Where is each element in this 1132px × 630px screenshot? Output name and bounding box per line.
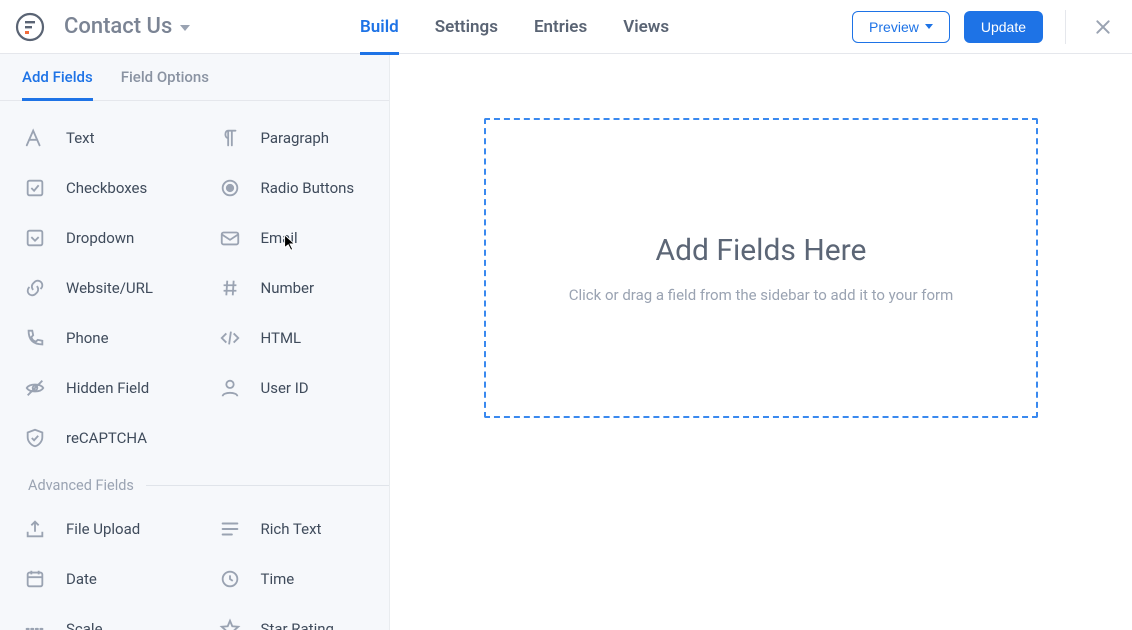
user-icon: [217, 375, 243, 401]
upload-icon: [22, 516, 48, 542]
field-item-user-id[interactable]: User ID: [195, 363, 390, 413]
field-label: File Upload: [66, 520, 140, 538]
field-item-phone[interactable]: Phone: [0, 313, 195, 363]
field-label: Phone: [66, 329, 109, 347]
field-item-date[interactable]: Date: [0, 554, 195, 604]
field-item-star-rating[interactable]: Star Rating: [195, 604, 390, 630]
field-label: Email: [261, 229, 298, 247]
star-icon: [217, 616, 243, 630]
field-item-text[interactable]: Text: [0, 113, 195, 163]
form-canvas: Add Fields Here Click or drag a field fr…: [390, 54, 1132, 630]
basic-fields-grid: Text Paragraph Checkboxes: [0, 113, 389, 463]
hash-icon: [217, 275, 243, 301]
field-label: HTML: [261, 329, 302, 347]
field-item-email[interactable]: Email: [195, 213, 390, 263]
main-tabs: Build Settings Entries Views: [360, 0, 669, 54]
field-label: Star Rating: [261, 620, 334, 630]
field-label: Rich Text: [261, 520, 322, 538]
richtext-icon: [217, 516, 243, 542]
radio-icon: [217, 175, 243, 201]
update-button[interactable]: Update: [964, 11, 1043, 43]
field-label: Number: [261, 279, 315, 297]
dropdown-icon: [22, 225, 48, 251]
chevron-down-icon: [925, 24, 933, 29]
field-label: Paragraph: [261, 129, 330, 147]
field-label: Checkboxes: [66, 179, 147, 197]
sidebar-tab-add-fields[interactable]: Add Fields: [22, 68, 93, 100]
field-item-hidden[interactable]: Hidden Field: [0, 363, 195, 413]
sidebar: Add Fields Field Options Text Paragraph: [0, 54, 390, 630]
email-icon: [217, 225, 243, 251]
field-label: User ID: [261, 379, 309, 397]
sidebar-tab-field-options[interactable]: Field Options: [121, 68, 209, 100]
update-button-label: Update: [981, 19, 1026, 35]
field-label: Website/URL: [66, 279, 153, 297]
advanced-fields-label: Advanced Fields: [28, 477, 134, 494]
field-label: Time: [261, 570, 295, 588]
paragraph-icon: [217, 125, 243, 151]
html-icon: [217, 325, 243, 351]
tab-settings[interactable]: Settings: [435, 0, 498, 54]
advanced-fields-grid: File Upload Rich Text Date: [0, 504, 389, 630]
field-item-html[interactable]: HTML: [195, 313, 390, 363]
field-item-paragraph[interactable]: Paragraph: [195, 113, 390, 163]
field-item-radio[interactable]: Radio Buttons: [195, 163, 390, 213]
preview-button-label: Preview: [869, 19, 919, 35]
field-label: Text: [66, 129, 95, 147]
field-item-number[interactable]: Number: [195, 263, 390, 313]
field-label: Dropdown: [66, 229, 134, 247]
field-label: Hidden Field: [66, 379, 149, 397]
field-item-checkboxes[interactable]: Checkboxes: [0, 163, 195, 213]
sidebar-tabs: Add Fields Field Options: [0, 54, 389, 101]
time-icon: [217, 566, 243, 592]
phone-icon: [22, 325, 48, 351]
header-actions: Preview Update: [852, 10, 1116, 44]
scale-icon: [22, 616, 48, 630]
field-label: Scale: [66, 620, 103, 630]
field-item-scale[interactable]: Scale: [0, 604, 195, 630]
field-item-rich-text[interactable]: Rich Text: [195, 504, 390, 554]
preview-button[interactable]: Preview: [852, 11, 950, 43]
text-icon: [22, 125, 48, 151]
field-item-file-upload[interactable]: File Upload: [0, 504, 195, 554]
field-item-time[interactable]: Time: [195, 554, 390, 604]
field-label: reCAPTCHA: [66, 429, 147, 447]
field-item-url[interactable]: Website/URL: [0, 263, 195, 313]
advanced-fields-heading: Advanced Fields: [0, 463, 389, 504]
form-title: Contact Us: [64, 14, 172, 39]
app-logo-icon: [14, 11, 46, 43]
tab-build[interactable]: Build: [360, 0, 399, 54]
field-label: Date: [66, 570, 97, 588]
field-item-recaptcha[interactable]: reCAPTCHA: [0, 413, 195, 463]
chevron-down-icon: [180, 25, 190, 31]
field-item-dropdown[interactable]: Dropdown: [0, 213, 195, 263]
form-title-dropdown[interactable]: Contact Us: [64, 14, 190, 39]
field-label: Radio Buttons: [261, 179, 355, 197]
checkbox-icon: [22, 175, 48, 201]
top-header: Contact Us Build Settings Entries Views …: [0, 0, 1132, 54]
tab-views[interactable]: Views: [623, 0, 669, 54]
link-icon: [22, 275, 48, 301]
dropzone[interactable]: Add Fields Here Click or drag a field fr…: [484, 118, 1038, 418]
shield-icon: [22, 425, 48, 451]
hidden-icon: [22, 375, 48, 401]
tab-entries[interactable]: Entries: [534, 0, 587, 54]
date-icon: [22, 566, 48, 592]
vertical-divider: [1065, 10, 1066, 44]
dropzone-hint: Click or drag a field from the sidebar t…: [569, 286, 954, 304]
dropzone-heading: Add Fields Here: [656, 233, 867, 268]
close-icon[interactable]: [1094, 18, 1112, 36]
